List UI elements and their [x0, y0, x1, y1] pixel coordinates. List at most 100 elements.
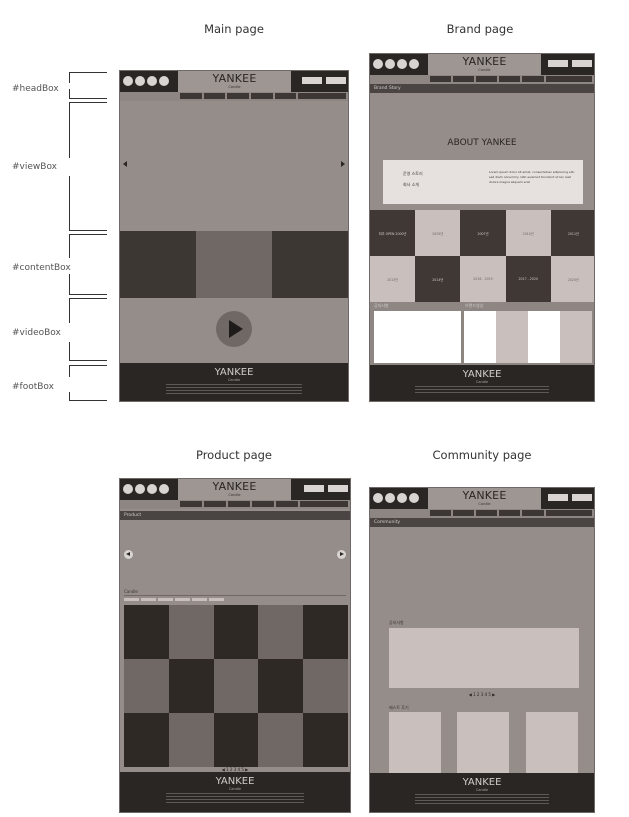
- content-panel[interactable]: [196, 231, 272, 298]
- social-icon[interactable]: [159, 484, 169, 494]
- notice-box[interactable]: [374, 311, 461, 363]
- logo[interactable]: YANKEE Candle: [428, 54, 541, 75]
- social-icon[interactable]: [123, 484, 133, 494]
- next-arrow-icon[interactable]: [341, 161, 345, 167]
- social-icon[interactable]: [135, 76, 145, 86]
- login-button[interactable]: [548, 60, 568, 67]
- video-thumb[interactable]: [560, 311, 592, 363]
- nav-item[interactable]: [545, 510, 592, 516]
- social-icon[interactable]: [385, 59, 395, 69]
- social-icon[interactable]: [397, 59, 407, 69]
- nav-item[interactable]: [203, 501, 226, 507]
- login-button[interactable]: [302, 77, 322, 84]
- about-left-2: 회사 소개: [403, 182, 419, 187]
- category-tab[interactable]: [192, 598, 207, 601]
- join-button[interactable]: [328, 485, 348, 492]
- nav-item[interactable]: [476, 76, 498, 82]
- category-tab[interactable]: [158, 598, 173, 601]
- category-bar: Candle: [120, 589, 350, 605]
- nav-item[interactable]: [275, 501, 298, 507]
- nav-item[interactable]: [180, 93, 202, 99]
- review-card[interactable]: [526, 712, 578, 775]
- nav-item[interactable]: [430, 76, 452, 82]
- logo[interactable]: YANKEE Candle: [178, 71, 291, 92]
- prev-arrow-icon[interactable]: [123, 161, 127, 167]
- join-button[interactable]: [572, 60, 592, 67]
- notice-board[interactable]: [389, 628, 579, 688]
- social-icon[interactable]: [147, 484, 157, 494]
- category-tab[interactable]: [124, 598, 139, 601]
- header: YANKEE Candle: [370, 54, 594, 75]
- best-review-label: 베스트 후기: [389, 705, 409, 710]
- logo[interactable]: YANKEE Candle: [178, 479, 291, 500]
- nav-item[interactable]: [227, 501, 250, 507]
- product-card[interactable]: [303, 713, 348, 767]
- product-page-title: Product page: [195, 448, 273, 462]
- product-slider: [120, 520, 350, 599]
- logo[interactable]: YANKEE Candle: [428, 488, 541, 509]
- content-panel[interactable]: [272, 231, 348, 298]
- social-icon[interactable]: [397, 493, 407, 503]
- social-icon[interactable]: [373, 59, 383, 69]
- nav-item[interactable]: [499, 76, 521, 82]
- play-icon: [229, 320, 243, 338]
- category-tab[interactable]: [175, 598, 190, 601]
- nav-item[interactable]: [453, 76, 475, 82]
- social-icon[interactable]: [409, 493, 419, 503]
- nav-item[interactable]: [251, 501, 274, 507]
- product-card[interactable]: [258, 605, 304, 659]
- community-pagination[interactable]: ◀ 1 2 3 4 5 ▶: [370, 692, 594, 697]
- social-icon[interactable]: [385, 493, 395, 503]
- product-card[interactable]: [213, 605, 259, 659]
- product-card[interactable]: [124, 605, 169, 659]
- nav-item[interactable]: [545, 76, 592, 82]
- social-icon[interactable]: [123, 76, 133, 86]
- nav-item[interactable]: [522, 510, 544, 516]
- social-icons: [373, 59, 419, 69]
- section-bar: Community: [370, 518, 594, 527]
- join-button[interactable]: [326, 77, 346, 84]
- prev-arrow-icon[interactable]: [124, 550, 133, 559]
- nav-item[interactable]: [430, 510, 452, 516]
- video-thumb[interactable]: [496, 311, 528, 363]
- product-card[interactable]: [213, 659, 259, 713]
- category-tab[interactable]: [141, 598, 156, 601]
- social-icon[interactable]: [135, 484, 145, 494]
- nav-item[interactable]: [274, 93, 297, 99]
- nav-item[interactable]: [522, 76, 544, 82]
- category-tab[interactable]: [209, 598, 224, 601]
- product-card[interactable]: [303, 605, 348, 659]
- review-card[interactable]: [389, 712, 441, 775]
- video-thumb[interactable]: [528, 311, 560, 363]
- nav-item[interactable]: [180, 501, 202, 507]
- login-button[interactable]: [304, 485, 324, 492]
- social-icon[interactable]: [373, 493, 383, 503]
- product-card[interactable]: [168, 605, 214, 659]
- social-icon[interactable]: [159, 76, 169, 86]
- nav-item[interactable]: [499, 510, 521, 516]
- content-panel[interactable]: [120, 231, 196, 298]
- next-arrow-icon[interactable]: [337, 550, 346, 559]
- join-button[interactable]: [572, 494, 592, 501]
- review-card[interactable]: [457, 712, 509, 775]
- nav-item[interactable]: [251, 93, 273, 99]
- nav-item[interactable]: [227, 93, 250, 99]
- nav-item[interactable]: [299, 501, 348, 507]
- product-card[interactable]: [168, 713, 214, 767]
- nav-item[interactable]: [476, 510, 498, 516]
- social-icon[interactable]: [409, 59, 419, 69]
- login-button[interactable]: [548, 494, 568, 501]
- product-card[interactable]: [213, 713, 259, 767]
- product-card[interactable]: [258, 713, 304, 767]
- nav-item[interactable]: [203, 93, 226, 99]
- product-card[interactable]: [258, 659, 304, 713]
- product-card[interactable]: [124, 713, 169, 767]
- social-icon[interactable]: [147, 76, 157, 86]
- video-thumb[interactable]: [464, 311, 496, 363]
- product-card[interactable]: [168, 659, 214, 713]
- product-card[interactable]: [124, 659, 169, 713]
- nav-item[interactable]: [298, 93, 347, 99]
- nav-item[interactable]: [453, 510, 475, 516]
- product-card[interactable]: [303, 659, 348, 713]
- play-button[interactable]: [216, 311, 252, 347]
